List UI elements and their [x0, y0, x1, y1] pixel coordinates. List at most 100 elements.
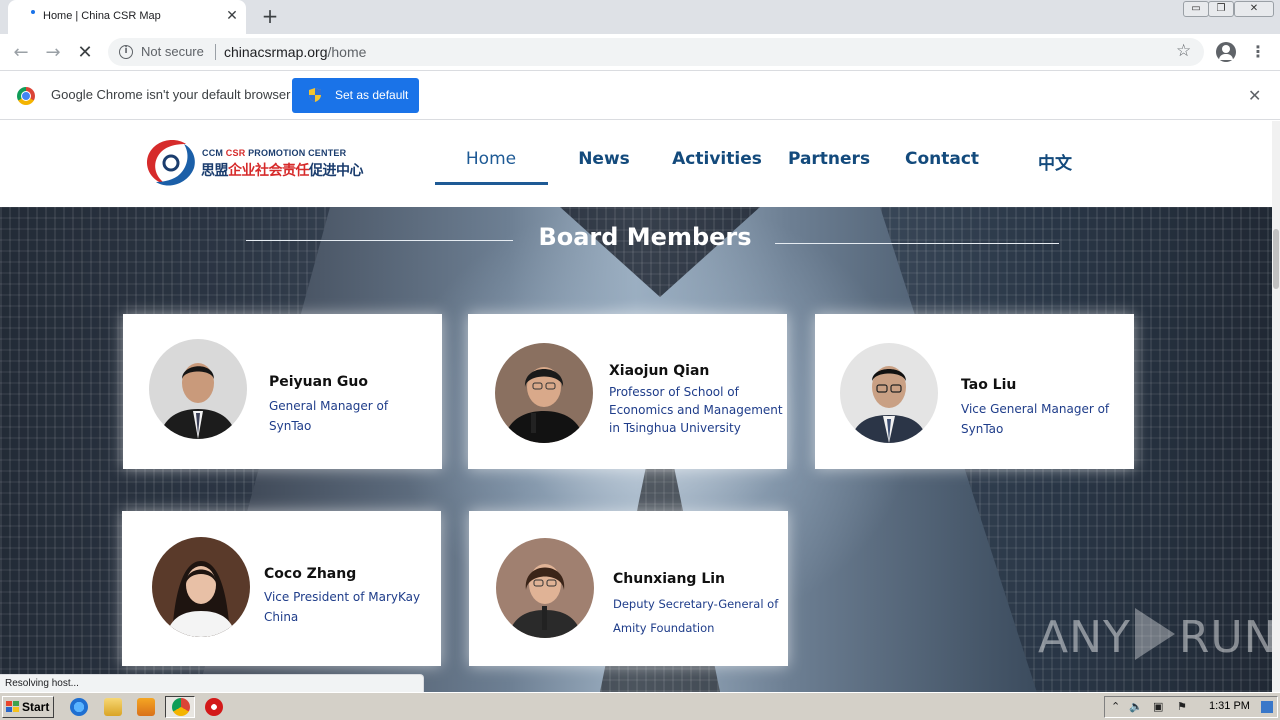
member-title-line: SynTao: [269, 419, 312, 433]
back-arrow-icon[interactable]: ←: [10, 42, 32, 64]
profile-icon[interactable]: [1216, 42, 1236, 62]
window-minimize-button[interactable]: ▭: [1183, 1, 1209, 17]
nav-contact[interactable]: Contact: [886, 149, 998, 169]
board-members-section: Board Members Peiyuan Guo General Manage…: [0, 207, 1272, 692]
person-photo-icon: [149, 339, 247, 439]
scrollbar-thumb[interactable]: [1273, 229, 1279, 289]
shield-icon: [309, 88, 321, 102]
person-photo-icon: [495, 343, 593, 443]
member-card[interactable]: Coco Zhang Vice President of MaryKay Chi…: [122, 511, 441, 666]
member-title: Vice President of MaryKay China: [264, 587, 420, 627]
network-icon[interactable]: ▣: [1153, 700, 1163, 713]
star-icon[interactable]: ☆: [1176, 41, 1191, 61]
member-title: Professor of School of Economics and Man…: [609, 383, 783, 437]
chrome-icon: [172, 698, 190, 716]
member-card[interactable]: Xiaojun Qian Professor of School of Econ…: [468, 314, 787, 469]
windows-flag-icon: [6, 701, 19, 712]
nav-chinese[interactable]: 中文: [999, 149, 1111, 174]
member-name: Xiaojun Qian: [609, 363, 710, 379]
logo-en-prefix: CCM: [202, 148, 226, 158]
nav-activities[interactable]: Activities: [661, 149, 773, 169]
address-bar[interactable]: i Not secure chinacsrmap.org/home ☆: [108, 38, 1204, 66]
anyrun-watermark: ANY RUN: [1038, 608, 1272, 663]
new-tab-button[interactable]: +: [260, 6, 280, 26]
system-tray: ⌃ 🔈 ▣ ⚑ 1:31 PM: [1104, 696, 1278, 718]
logo-english-text: CCM CSR PROMOTION CENTER: [202, 148, 346, 158]
opera-icon[interactable]: [205, 698, 223, 716]
avatar: [152, 537, 250, 637]
tab-close-icon[interactable]: ✕: [224, 8, 240, 24]
url-host: chinacsrmap.org: [224, 44, 328, 60]
omnibox-separator: [215, 44, 216, 60]
loading-favicon-icon: [31, 10, 39, 18]
chrome-logo-icon: [17, 87, 35, 105]
logo-chinese-text: 思盟企业社会责任促进中心: [201, 160, 364, 180]
member-title-line: Economics and Management: [609, 403, 783, 417]
tray-expand-icon[interactable]: ⌃: [1111, 700, 1120, 713]
member-title-line: General Manager of: [269, 399, 389, 413]
stop-loading-icon[interactable]: ✕: [74, 42, 96, 64]
nav-partners[interactable]: Partners: [773, 149, 885, 169]
active-nav-underline: [435, 182, 548, 185]
window-close-button[interactable]: ✕: [1234, 1, 1274, 17]
url-text[interactable]: chinacsrmap.org/home: [224, 44, 366, 60]
set-as-default-button[interactable]: Set as default: [292, 78, 419, 113]
browser-toolbar: ← → ✕ i Not secure chinacsrmap.org/home …: [0, 34, 1280, 71]
logo-mark-icon: [146, 140, 195, 186]
member-title: Deputy Secretary-General of Amity Founda…: [613, 592, 778, 640]
info-icon[interactable]: i: [119, 45, 133, 59]
member-title-line: Amity Foundation: [613, 621, 715, 635]
url-path: /home: [327, 44, 367, 60]
clock[interactable]: 1:31 PM: [1209, 700, 1250, 712]
media-player-icon[interactable]: [137, 698, 155, 716]
menu-icon[interactable]: ⋮: [1250, 42, 1266, 62]
member-title: General Manager of SynTao: [269, 396, 388, 436]
watermark-left: ANY: [1038, 612, 1131, 663]
logo-en-csr: CSR: [225, 148, 246, 158]
page-scrollbar[interactable]: [1272, 121, 1280, 692]
folder-icon[interactable]: [104, 698, 122, 716]
member-title-line: SynTao: [961, 422, 1004, 436]
volume-icon[interactable]: 🔈: [1129, 700, 1143, 713]
watermark-right: RUN: [1178, 612, 1272, 663]
ie-icon[interactable]: [70, 698, 88, 716]
member-title: Vice General Manager of SynTao: [961, 399, 1109, 439]
taskbar-chrome-button[interactable]: [165, 696, 195, 718]
member-card[interactable]: Chunxiang Lin Deputy Secretary-General o…: [469, 511, 788, 666]
member-title-line: Deputy Secretary-General of: [613, 597, 779, 611]
tab-home[interactable]: Home | China CSR Map ✕: [8, 0, 246, 34]
play-icon: [1134, 608, 1175, 660]
tab-strip: Home | China CSR Map ✕ + ▭ ❐ ✕: [0, 0, 1280, 34]
show-desktop-icon[interactable]: [1261, 701, 1273, 713]
default-browser-infobar: Google Chrome isn't your default browser…: [0, 71, 1280, 120]
member-card[interactable]: Tao Liu Vice General Manager of SynTao: [815, 314, 1134, 469]
forward-arrow-icon[interactable]: →: [42, 42, 64, 64]
avatar: [495, 343, 593, 443]
avatar: [149, 339, 247, 439]
member-card[interactable]: Peiyuan Guo General Manager of SynTao: [123, 314, 442, 469]
site-logo[interactable]: CCM CSR PROMOTION CENTER 思盟企业社会责任促进中心: [142, 134, 364, 190]
action-center-flag-icon[interactable]: ⚑: [1177, 700, 1187, 713]
security-label[interactable]: Not secure: [141, 44, 204, 59]
nav-home[interactable]: Home: [435, 149, 547, 169]
member-title-line: in Tsinghua University: [609, 421, 741, 435]
tab-title: Home | China CSR Map: [43, 10, 161, 22]
infobar-message: Google Chrome isn't your default browser: [51, 87, 291, 102]
start-label: Start: [22, 700, 50, 714]
member-title-line: Vice President of MaryKay: [264, 590, 421, 604]
member-name: Coco Zhang: [264, 566, 357, 582]
start-button[interactable]: Start: [2, 696, 54, 718]
nav-news[interactable]: News: [548, 149, 660, 169]
member-name: Chunxiang Lin: [613, 571, 725, 587]
person-photo-icon: [152, 537, 250, 637]
infobar-close-icon[interactable]: ✕: [1248, 86, 1261, 105]
site-header: CCM CSR PROMOTION CENTER 思盟企业社会责任促进中心 Ho…: [0, 121, 1272, 207]
member-name: Peiyuan Guo: [269, 374, 369, 390]
windows-taskbar: Start ⌃ 🔈 ▣ ⚑ 1:31 PM: [0, 692, 1280, 720]
window-maximize-button[interactable]: ❐: [1208, 1, 1234, 17]
status-bubble: Resolving host...: [0, 674, 424, 692]
member-title-line: Professor of School of: [609, 385, 739, 399]
person-photo-icon: [496, 538, 594, 638]
avatar: [840, 343, 938, 443]
logo-cn-prefix: 思盟: [201, 163, 229, 179]
